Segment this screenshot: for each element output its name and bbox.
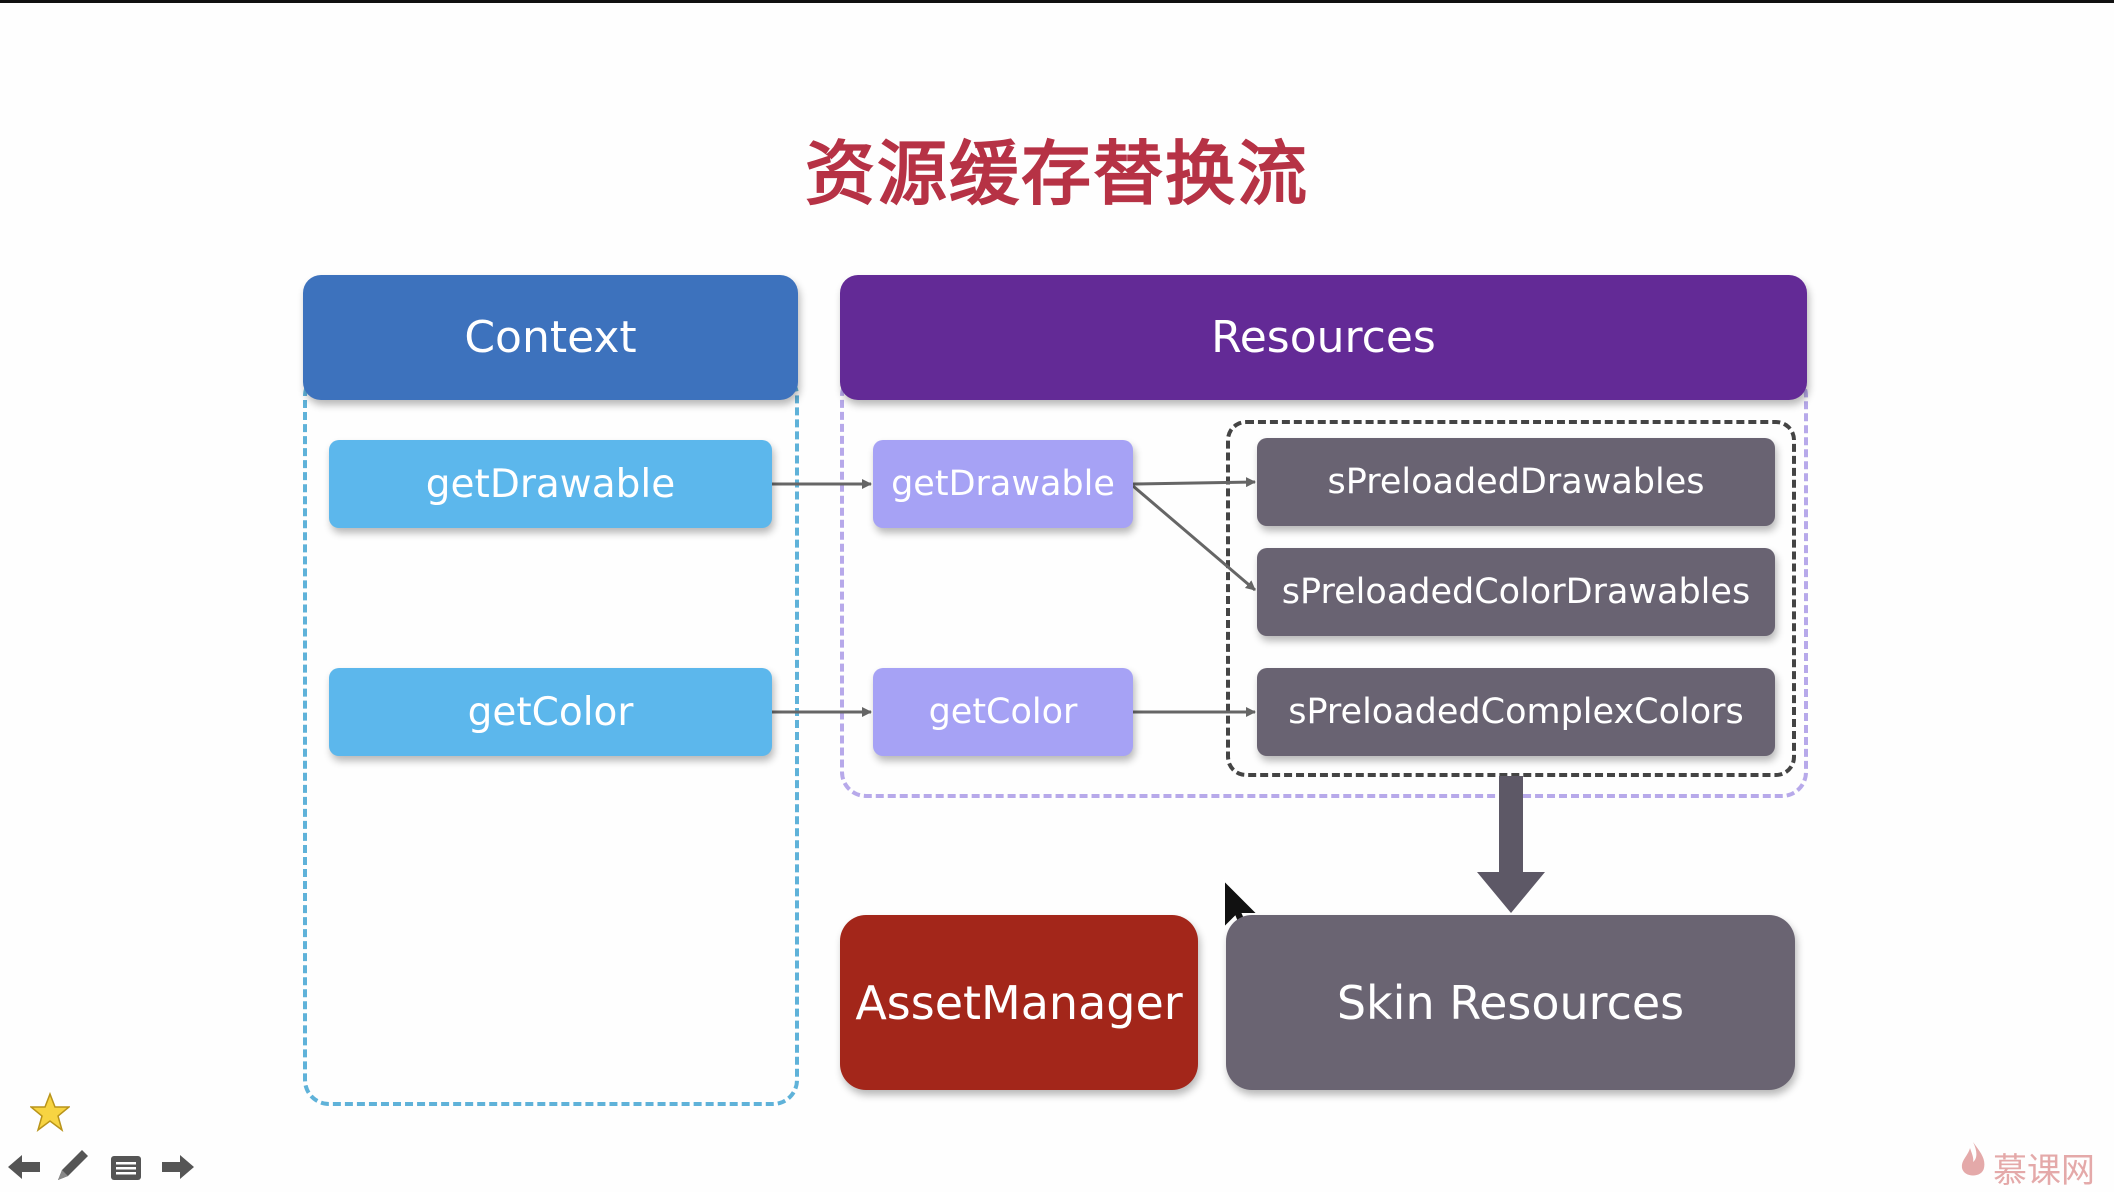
big-down-arrow bbox=[1477, 776, 1545, 913]
spreloaded-drawables-box: sPreloadedDrawables bbox=[1257, 438, 1775, 526]
star-icon[interactable] bbox=[30, 1092, 70, 1132]
watermark-text: 慕课网 bbox=[1993, 1151, 2095, 1191]
flame-logo-icon bbox=[1961, 1142, 1985, 1176]
next-arrow-icon[interactable] bbox=[158, 1152, 196, 1182]
menu-icon[interactable] bbox=[110, 1155, 142, 1181]
skin-resources-box: Skin Resources bbox=[1226, 915, 1795, 1090]
context-getcolor-box: getColor bbox=[329, 668, 772, 756]
context-header: Context bbox=[303, 275, 798, 400]
arrow-res-getdrawable-to-drawables bbox=[1132, 477, 1256, 488]
asset-manager-box: AssetManager bbox=[840, 915, 1198, 1090]
spreloaded-colordrawables-box: sPreloadedColorDrawables bbox=[1257, 548, 1775, 636]
prev-arrow-icon[interactable] bbox=[6, 1152, 44, 1182]
spreloaded-complexcolors-box: sPreloadedComplexColors bbox=[1257, 668, 1775, 756]
context-getdrawable-box: getDrawable bbox=[329, 440, 772, 528]
resources-header: Resources bbox=[840, 275, 1807, 400]
resources-getdrawable-box: getDrawable bbox=[873, 440, 1133, 528]
arrow-res-getdrawable-to-colordrawables bbox=[1132, 484, 1256, 592]
pen-icon[interactable] bbox=[52, 1146, 92, 1184]
resources-getcolor-box: getColor bbox=[873, 668, 1133, 756]
